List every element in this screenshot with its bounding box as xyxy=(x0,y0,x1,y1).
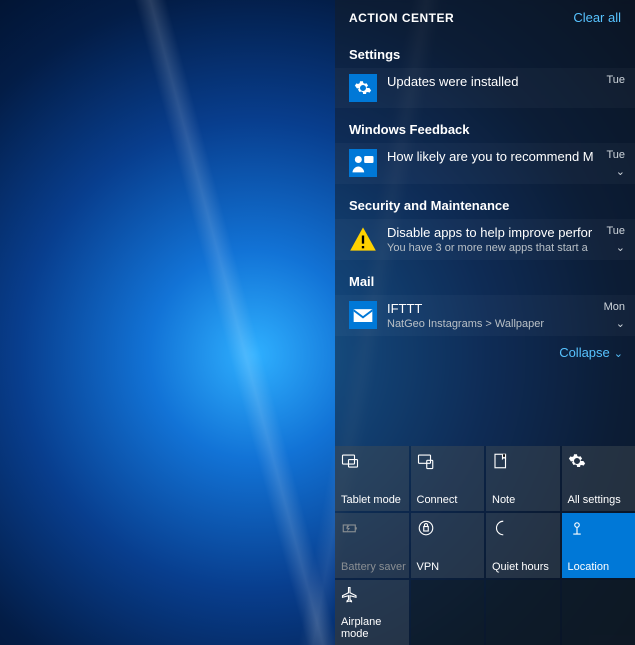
notification-meta: Tue ⌄ xyxy=(593,225,631,254)
group-title: Mail xyxy=(335,268,635,295)
notification-body: Updates were installed xyxy=(387,74,593,89)
chevron-down-icon[interactable]: ⌄ xyxy=(593,241,625,254)
tile-quiet-hours[interactable]: Quiet hours xyxy=(486,513,560,578)
collapse-button[interactable]: Collapse ⌄ xyxy=(559,345,623,360)
action-center-panel: ACTION CENTER Clear all SettingsUpdates … xyxy=(335,0,635,645)
tile-vpn[interactable]: VPN xyxy=(411,513,485,578)
tile-all-settings[interactable]: All settings xyxy=(562,446,635,511)
tile-connect[interactable]: Connect xyxy=(411,446,485,511)
warning-icon xyxy=(349,225,377,253)
moon-icon xyxy=(492,519,510,537)
battery-icon xyxy=(341,519,359,537)
tile-label: VPN xyxy=(417,561,440,573)
notification-title: How likely are you to recommend M xyxy=(387,149,593,164)
notification-title: IFTTT xyxy=(387,301,593,316)
notification-time: Tue xyxy=(606,149,625,161)
notification-time: Tue xyxy=(606,74,625,86)
connect-icon xyxy=(417,452,435,470)
notification-group: MailIFTTTNatGeo Instagrams > WallpaperMo… xyxy=(335,262,635,338)
gear-icon xyxy=(349,74,377,102)
tile-label: Tablet mode xyxy=(341,494,401,506)
tile-battery-saver: Battery saver xyxy=(335,513,409,578)
panel-title: ACTION CENTER xyxy=(349,11,454,25)
tile-note[interactable]: Note xyxy=(486,446,560,511)
chevron-down-icon[interactable]: ⌄ xyxy=(593,317,625,330)
notification-group: Security and Maintenance Disable apps to … xyxy=(335,186,635,262)
notification-body: Disable apps to help improve perfor You h… xyxy=(387,225,593,254)
mail-icon xyxy=(349,301,377,329)
tile-empty xyxy=(411,580,485,645)
tile-airplane-mode[interactable]: Airplane mode xyxy=(335,580,409,645)
notification-item[interactable]: How likely are you to recommend M Tue ⌄ xyxy=(335,143,635,184)
clear-all-link[interactable]: Clear all xyxy=(573,10,621,25)
notification-group: Settings Updates were installed Tue xyxy=(335,35,635,110)
vpn-icon xyxy=(417,519,435,537)
notification-meta: Tue ⌄ xyxy=(593,149,631,178)
notification-meta: Mon ⌄ xyxy=(593,301,631,330)
group-title: Windows Feedback xyxy=(335,116,635,143)
airplane-icon xyxy=(341,586,359,604)
tile-location[interactable]: Location xyxy=(562,513,635,578)
tile-label: Quiet hours xyxy=(492,561,549,573)
group-title: Settings xyxy=(335,41,635,68)
notification-item[interactable]: IFTTT NatGeo Instagrams > Wallpaper Mon ⌄ xyxy=(335,295,635,336)
group-title: Security and Maintenance xyxy=(335,192,635,219)
tile-label: Note xyxy=(492,494,515,506)
chevron-down-icon: ⌄ xyxy=(614,348,623,360)
feedback-icon xyxy=(349,149,377,177)
tile-label: All settings xyxy=(568,494,621,506)
tile-tablet-mode[interactable]: Tablet mode xyxy=(335,446,409,511)
notification-subtitle: NatGeo Instagrams > Wallpaper xyxy=(387,318,593,330)
notification-item[interactable]: Disable apps to help improve perfor You h… xyxy=(335,219,635,260)
tile-label: Airplane mode xyxy=(341,616,409,640)
tile-empty xyxy=(486,580,560,645)
gear-icon xyxy=(568,452,586,470)
collapse-label: Collapse xyxy=(559,345,610,360)
notification-body: IFTTT NatGeo Instagrams > Wallpaper xyxy=(387,301,593,330)
collapse-row: Collapse ⌄ xyxy=(335,338,635,368)
notification-item[interactable]: Updates were installed Tue xyxy=(335,68,635,108)
notification-title: Disable apps to help improve perfor xyxy=(387,225,593,240)
tile-empty xyxy=(562,580,635,645)
panel-header: ACTION CENTER Clear all xyxy=(335,0,635,35)
notification-title: Updates were installed xyxy=(387,74,593,89)
notification-meta: Tue xyxy=(593,74,631,86)
notification-groups: SettingsUpdates were installedTueWindows… xyxy=(335,35,635,338)
location-icon xyxy=(568,519,586,537)
notification-time: Tue xyxy=(606,225,625,237)
notification-time: Mon xyxy=(604,301,625,313)
tile-label: Battery saver xyxy=(341,561,406,573)
tablet-icon xyxy=(341,452,359,470)
note-icon xyxy=(492,452,510,470)
notification-body: How likely are you to recommend M xyxy=(387,149,593,164)
quick-action-tiles: Tablet mode Connect Note All settings Batter… xyxy=(335,446,635,645)
tile-label: Location xyxy=(568,561,610,573)
chevron-down-icon[interactable]: ⌄ xyxy=(593,165,625,178)
notification-group: Windows Feedback How likely are you to re… xyxy=(335,110,635,186)
tile-label: Connect xyxy=(417,494,458,506)
notification-subtitle: You have 3 or more new apps that start a xyxy=(387,242,593,254)
